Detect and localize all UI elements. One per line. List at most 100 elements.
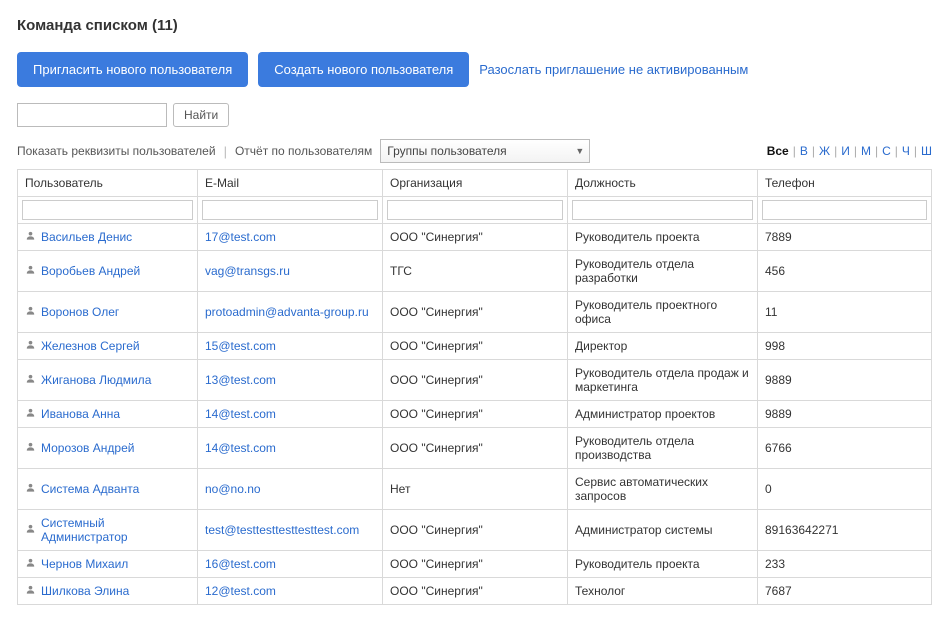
user-link[interactable]: Система Адванта: [41, 482, 139, 496]
filter-org[interactable]: [387, 200, 563, 220]
email-link[interactable]: vag@transgs.ru: [205, 264, 290, 278]
alpha-letter[interactable]: М: [861, 144, 871, 158]
position-cell: Руководитель проекта: [568, 224, 758, 251]
position-cell: Руководитель проекта: [568, 551, 758, 578]
separator: |: [875, 144, 878, 158]
separator: |: [812, 144, 815, 158]
user-link[interactable]: Васильев Денис: [41, 230, 132, 244]
position-cell: Администратор проектов: [568, 401, 758, 428]
filter-email[interactable]: [202, 200, 378, 220]
person-icon: [25, 441, 36, 455]
filter-row: [18, 197, 932, 224]
position-cell: Сервис автоматических запросов: [568, 469, 758, 510]
table-row: Морозов Андрей 14@test.com ООО "Синергия"Р…: [18, 428, 932, 469]
user-link[interactable]: Иванова Анна: [41, 407, 120, 421]
user-report-link[interactable]: Отчёт по пользователям: [235, 144, 372, 158]
org-cell: ТГС: [383, 251, 568, 292]
email-link[interactable]: 14@test.com: [205, 407, 276, 421]
phone-cell: 6766: [758, 428, 932, 469]
table-row: Васильев Денис 17@test.com ООО "Синергия"Р…: [18, 224, 932, 251]
phone-cell: 998: [758, 333, 932, 360]
alpha-letter[interactable]: Ж: [819, 144, 830, 158]
org-cell: ООО "Синергия": [383, 292, 568, 333]
org-cell: ООО "Синергия": [383, 224, 568, 251]
user-link[interactable]: Воронов Олег: [41, 305, 119, 319]
controls-row: Показать реквизиты пользователей | Отчёт…: [17, 139, 932, 163]
col-user[interactable]: Пользователь: [18, 170, 198, 197]
phone-cell: 9889: [758, 401, 932, 428]
user-link[interactable]: Системный Администратор: [41, 516, 190, 544]
show-requisites-link[interactable]: Показать реквизиты пользователей: [17, 144, 216, 158]
alpha-letter[interactable]: Ч: [902, 144, 910, 158]
table-row: Жиганова Людмила 13@test.com ООО "Синергия…: [18, 360, 932, 401]
divider: |: [224, 144, 227, 159]
find-button[interactable]: Найти: [173, 103, 229, 127]
email-link[interactable]: 12@test.com: [205, 584, 276, 598]
filter-phone[interactable]: [762, 200, 927, 220]
send-invitations-link[interactable]: Разослать приглашение не активированным: [479, 62, 748, 77]
alpha-letter[interactable]: Ш: [921, 144, 932, 158]
person-icon: [25, 482, 36, 496]
org-cell: Нет: [383, 469, 568, 510]
person-icon: [25, 339, 36, 353]
phone-cell: 233: [758, 551, 932, 578]
table-row: Иванова Анна14@test.comООО "Синергия"Адм…: [18, 401, 932, 428]
email-link[interactable]: protoadmin@advanta-group.ru: [205, 305, 369, 319]
table-row: Воронов Олег protoadmin@advanta-group.ru О…: [18, 292, 932, 333]
email-link[interactable]: no@no.no: [205, 482, 261, 496]
phone-cell: 7687: [758, 578, 932, 605]
person-icon: [25, 305, 36, 319]
email-link[interactable]: test@testtesttesttesttest.com: [205, 523, 359, 537]
alpha-letter[interactable]: В: [800, 144, 808, 158]
col-phone[interactable]: Телефон: [758, 170, 932, 197]
position-cell: Руководитель отдела разработки: [568, 251, 758, 292]
invite-user-button[interactable]: Пригласить нового пользователя: [17, 52, 248, 87]
user-link[interactable]: Железнов Сергей: [41, 339, 140, 353]
separator: |: [895, 144, 898, 158]
phone-cell: 456: [758, 251, 932, 292]
filter-position[interactable]: [572, 200, 753, 220]
search-input[interactable]: [17, 103, 167, 127]
user-link[interactable]: Воробьев Андрей: [41, 264, 140, 278]
search-row: Найти: [17, 103, 932, 127]
org-cell: ООО "Синергия": [383, 510, 568, 551]
users-table: Пользователь E-Mail Организация Должност…: [17, 169, 932, 605]
person-icon: [25, 407, 36, 421]
position-cell: Руководитель отдела производства: [568, 428, 758, 469]
user-link[interactable]: Жиганова Людмила: [41, 373, 151, 387]
position-cell: Руководитель отдела продаж и маркетинга: [568, 360, 758, 401]
alpha-filter: Все | В | Ж | И | М | С | Ч | Ш: [767, 144, 932, 158]
user-link[interactable]: Чернов Михаил: [41, 557, 128, 571]
alpha-letter[interactable]: И: [841, 144, 850, 158]
user-link[interactable]: Морозов Андрей: [41, 441, 134, 455]
col-email[interactable]: E-Mail: [198, 170, 383, 197]
alpha-letter[interactable]: С: [882, 144, 891, 158]
person-icon: [25, 373, 36, 387]
email-link[interactable]: 16@test.com: [205, 557, 276, 571]
email-link[interactable]: 15@test.com: [205, 339, 276, 353]
org-cell: ООО "Синергия": [383, 551, 568, 578]
select-value: Группы пользователя: [387, 144, 506, 158]
email-link[interactable]: 17@test.com: [205, 230, 276, 244]
filter-user[interactable]: [22, 200, 193, 220]
position-cell: Директор: [568, 333, 758, 360]
separator: |: [854, 144, 857, 158]
person-icon: [25, 584, 36, 598]
col-position[interactable]: Должность: [568, 170, 758, 197]
phone-cell: 89163642271: [758, 510, 932, 551]
org-cell: ООО "Синергия": [383, 428, 568, 469]
col-org[interactable]: Организация: [383, 170, 568, 197]
email-link[interactable]: 13@test.com: [205, 373, 276, 387]
org-cell: ООО "Синергия": [383, 578, 568, 605]
alpha-letter[interactable]: Все: [767, 144, 789, 158]
position-cell: Руководитель проектного офиса: [568, 292, 758, 333]
create-user-button[interactable]: Создать нового пользователя: [258, 52, 469, 87]
phone-cell: 11: [758, 292, 932, 333]
user-groups-select[interactable]: Группы пользователя: [380, 139, 590, 163]
org-cell: ООО "Синергия": [383, 360, 568, 401]
person-icon: [25, 230, 36, 244]
email-link[interactable]: 14@test.com: [205, 441, 276, 455]
user-link[interactable]: Шилкова Элина: [41, 584, 129, 598]
toolbar: Пригласить нового пользователя Создать н…: [17, 52, 932, 87]
controls-left: Показать реквизиты пользователей | Отчёт…: [17, 139, 590, 163]
